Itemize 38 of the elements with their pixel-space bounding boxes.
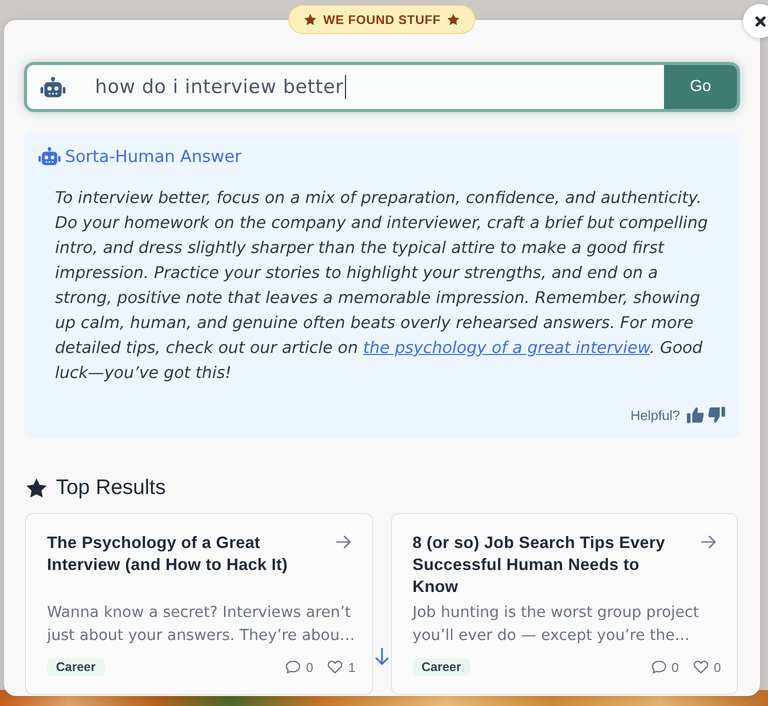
card-title: 8 (or so) Job Search Tips Every Successful Human Needs to Know	[412, 533, 666, 598]
heart-icon[interactable]	[692, 660, 709, 674]
like-count: 1	[348, 660, 356, 674]
card-excerpt: Job hunting is the worst group project you’ll ever do — except you’re the…	[412, 602, 700, 646]
go-button[interactable]: Go	[664, 65, 737, 109]
like-count: 0	[714, 660, 721, 674]
star-icon	[446, 13, 461, 26]
arrow-down-icon[interactable]	[374, 647, 390, 666]
answer-title: Sorta-Human Answer	[65, 146, 242, 166]
star-icon	[25, 477, 48, 499]
search-field[interactable]: how do i interview better Go	[24, 62, 740, 112]
article-link[interactable]: the psychology of a great interview	[363, 338, 650, 357]
robot-icon	[38, 146, 61, 166]
helpful-label: Helpful?	[630, 408, 680, 422]
card-excerpt: Wanna know a secret? Interviews aren’t just about your answers. They’re abou…	[47, 602, 356, 646]
category-tag[interactable]: Career	[412, 658, 470, 676]
result-card[interactable]: 8 (or so) Job Search Tips Every Successful Human Needs to Know Job hunting is the worst group project you’ll ever do — except you’re the… Career 0 0	[390, 513, 738, 695]
result-card[interactable]: The Psychology of a Great Interview (and How to Hack It) Wanna know a secret? Interviews aren’t just about your answers. They’re abou… Career 0 1	[25, 513, 372, 695]
comment-icon[interactable]	[650, 660, 667, 674]
star-icon	[303, 13, 318, 26]
close-icon	[754, 16, 766, 26]
arrow-right-icon	[336, 535, 352, 549]
arrow-right-icon	[701, 535, 717, 549]
close-button[interactable]	[743, 4, 768, 38]
category-tag[interactable]: Career	[47, 658, 105, 676]
answer-text: To interview better, focus on a mix of preparation, confidence, and authenticity. Do your homework on the company and interviewer, craft a brief but compelling intro, and dress slightly sharper than the typical attire to make a good first impression. Practice your stories to highlight your strengths, and end on a strong, positive note that leaves a memorable impression. Remember, showing up calm, human, and genuine often beats overly rehearsed answers. For more detailed tips, check out our article on the psychology of a great interview. Good luck—you’ve got this!	[55, 187, 709, 384]
section-title: Top Results	[56, 476, 166, 500]
card-title: The Psychology of a Great Interview (and How to Hack It)	[47, 533, 289, 576]
thumbs-down-icon[interactable]	[708, 406, 726, 424]
thumbs-up-icon[interactable]	[686, 406, 704, 424]
badge-text: WE FOUND STUFF	[323, 12, 441, 26]
robot-icon	[40, 76, 66, 98]
text-cursor-icon	[344, 75, 346, 99]
heart-icon[interactable]	[327, 660, 344, 674]
search-query: how do i interview better	[95, 76, 344, 98]
comment-count: 0	[306, 660, 314, 674]
comment-icon[interactable]	[285, 660, 302, 674]
comment-count: 0	[672, 660, 679, 674]
